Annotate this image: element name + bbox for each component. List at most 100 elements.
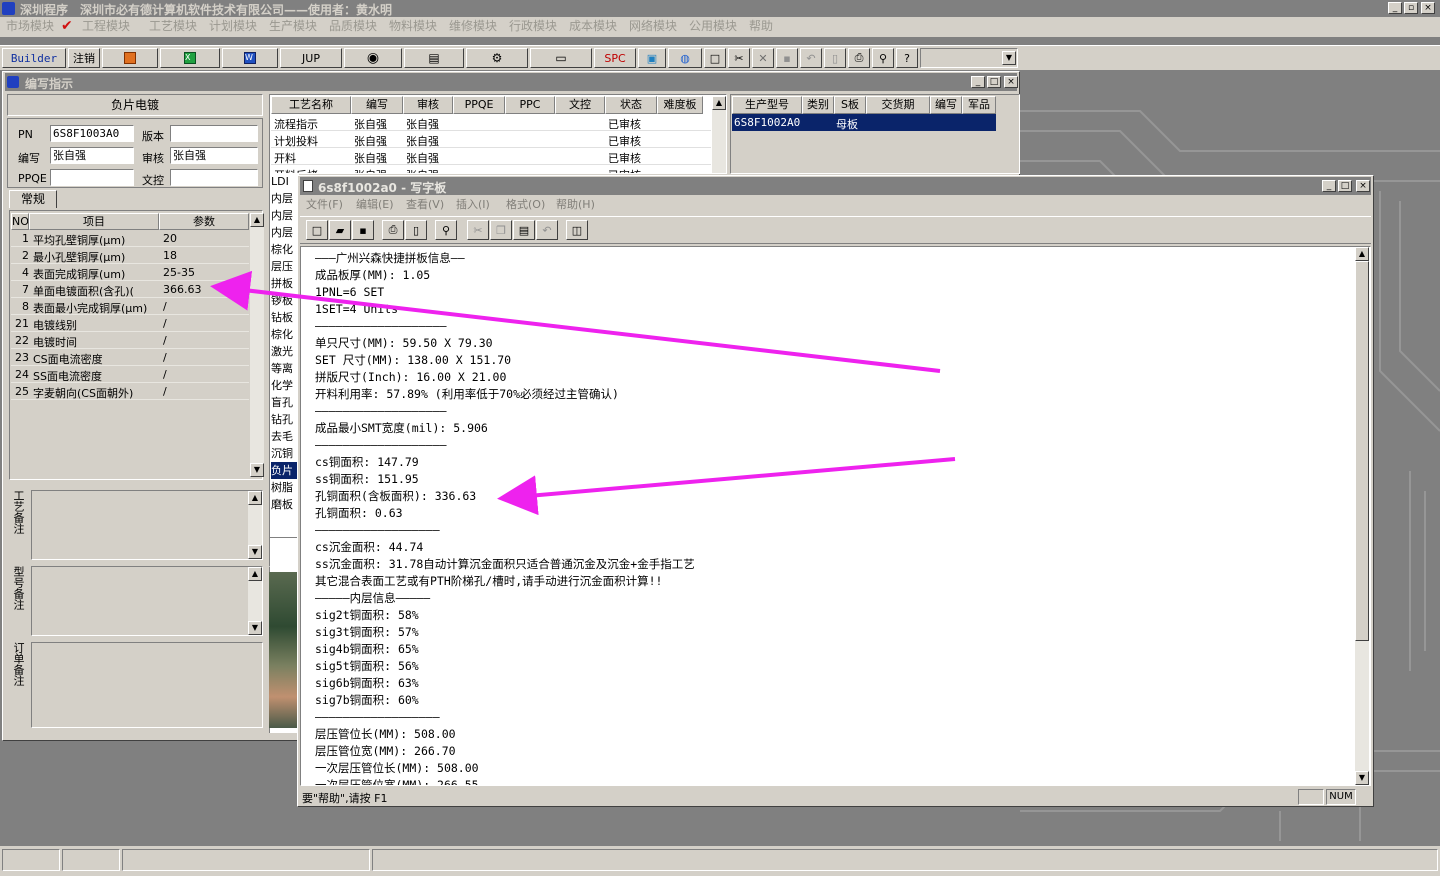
- menu-common[interactable]: 公用模块: [689, 17, 737, 35]
- jup-button[interactable]: JUP: [280, 48, 342, 68]
- save-icon[interactable]: ▪: [352, 220, 374, 240]
- menu-edit[interactable]: 编辑(E): [356, 196, 394, 214]
- logout-button[interactable]: 注销: [68, 48, 100, 68]
- restore-button[interactable]: ▫: [1404, 2, 1418, 14]
- word-icon[interactable]: W: [222, 48, 278, 68]
- menu-quality[interactable]: 品质模块: [329, 17, 377, 35]
- process-list-item[interactable]: 内层: [271, 224, 299, 241]
- paste-icon[interactable]: ▤: [513, 220, 535, 240]
- param-row[interactable]: 2 最小孔壁铜厚(μm) 18: [11, 247, 249, 264]
- builder-button[interactable]: Builder: [2, 48, 66, 68]
- process-list-item[interactable]: 去毛: [271, 428, 299, 445]
- document-area[interactable]: ———广州兴森快捷拼板信息—— 成品板厚(MM): 1.05 1PNL=6 SET 1…: [300, 246, 1371, 786]
- help-icon[interactable]: ?: [896, 48, 918, 68]
- version-field[interactable]: [170, 125, 258, 142]
- find-icon[interactable]: ⚲: [872, 48, 894, 68]
- open-icon[interactable]: ▰: [329, 220, 351, 240]
- maximize-button[interactable]: □: [1338, 180, 1352, 192]
- menu-maintenance[interactable]: 维修模块: [449, 17, 497, 35]
- param-row[interactable]: 23 CS面电流密度 /: [11, 349, 249, 366]
- cut-icon[interactable]: ✂: [467, 220, 489, 240]
- scroll-down-icon[interactable]: ▼: [250, 463, 264, 477]
- process-list-item[interactable]: 激光: [271, 343, 299, 360]
- ppqe-field[interactable]: [50, 169, 134, 186]
- spc-button[interactable]: SPC: [594, 48, 636, 68]
- calendar-icon[interactable]: ▣: [638, 48, 666, 68]
- menu-help[interactable]: 帮助: [749, 17, 773, 35]
- database-icon[interactable]: ▤: [404, 48, 464, 68]
- menu-engineering[interactable]: 工程模块: [82, 17, 130, 35]
- scroll-up-icon[interactable]: ▲: [250, 213, 264, 227]
- close-button[interactable]: ×: [1356, 180, 1370, 192]
- menu-plan[interactable]: 计划模块: [209, 17, 257, 35]
- new-doc-icon[interactable]: □: [704, 48, 726, 68]
- docctrl-field[interactable]: [170, 169, 258, 186]
- process-list-item[interactable]: 负片: [271, 462, 299, 479]
- menu-network[interactable]: 网络模块: [629, 17, 677, 35]
- menu-help[interactable]: 帮助(H): [556, 196, 595, 214]
- scroll-up-icon[interactable]: ▲: [248, 491, 262, 505]
- new-icon[interactable]: □: [306, 220, 328, 240]
- process-list-item[interactable]: 钻孔: [271, 411, 299, 428]
- process-list-item[interactable]: 内层: [271, 190, 299, 207]
- menu-insert[interactable]: 插入(I): [456, 196, 490, 214]
- order-note-field[interactable]: [31, 642, 263, 728]
- process-list-item[interactable]: 等离: [271, 360, 299, 377]
- param-row[interactable]: 8 表面最小完成铜厚(μm) /: [11, 298, 249, 315]
- param-row[interactable]: 1 平均孔壁铜厚(μm) 20: [11, 230, 249, 247]
- powerpoint-icon[interactable]: [102, 48, 158, 68]
- model-note-field[interactable]: ▲ ▼: [31, 566, 263, 636]
- reviewer-field[interactable]: 张自强: [170, 147, 258, 164]
- process-list-item[interactable]: 锣板: [271, 292, 299, 309]
- browser-icon[interactable]: ◍: [668, 48, 702, 68]
- process-list-item[interactable]: 沉铜: [271, 445, 299, 462]
- document-scrollbar[interactable]: ▲ ▼: [1355, 247, 1369, 785]
- close-button[interactable]: ×: [1004, 76, 1018, 88]
- excel-icon[interactable]: X: [160, 48, 220, 68]
- process-list-item[interactable]: 层压: [271, 258, 299, 275]
- product-row[interactable]: 6S8F1002A0 母板: [732, 114, 996, 131]
- print-preview-icon[interactable]: ▯: [405, 220, 427, 240]
- copy-icon[interactable]: ❐: [490, 220, 512, 240]
- close-button[interactable]: ×: [1421, 2, 1435, 14]
- param-row[interactable]: 22 电镀时间 /: [11, 332, 249, 349]
- eye-icon[interactable]: ◉: [344, 48, 402, 68]
- toolbar-combo[interactable]: ▼: [920, 48, 1018, 68]
- param-row[interactable]: 24 SS面电流密度 /: [11, 366, 249, 383]
- maximize-button[interactable]: □: [987, 76, 1001, 88]
- scroll-up-icon[interactable]: ▲: [248, 567, 262, 581]
- process-list-item[interactable]: 树脂: [271, 479, 299, 496]
- process-row[interactable]: 开料后烤张自强张自强已审核: [271, 165, 711, 173]
- preview-icon[interactable]: ▯: [824, 48, 846, 68]
- menu-material[interactable]: 物料模块: [389, 17, 437, 35]
- process-list-item[interactable]: 钻板: [271, 309, 299, 326]
- undo-icon[interactable]: ↶: [800, 48, 822, 68]
- scroll-down-icon[interactable]: ▼: [248, 545, 262, 559]
- menu-format[interactable]: 格式(O): [506, 196, 545, 214]
- menu-admin[interactable]: 行政模块: [509, 17, 557, 35]
- process-list-item[interactable]: 拼板: [271, 275, 299, 292]
- process-row[interactable]: 流程指示 张自强 张自强 已审核: [271, 114, 711, 131]
- process-list-item[interactable]: 内层: [271, 207, 299, 224]
- tab-general[interactable]: 常规: [9, 190, 57, 208]
- param-row[interactable]: 7 单面电镀面积(含孔)(366.63: [11, 281, 249, 298]
- process-row[interactable]: 开料 张自强 张自强 已审核: [271, 148, 711, 165]
- scroll-up-icon[interactable]: ▲: [712, 96, 726, 110]
- process-list-item[interactable]: 化学: [271, 377, 299, 394]
- scroll-thumb[interactable]: [1355, 261, 1369, 641]
- scroll-up-icon[interactable]: ▲: [1355, 247, 1369, 261]
- minimize-button[interactable]: _: [1388, 2, 1402, 14]
- params-scrollbar[interactable]: ▲ ▼: [250, 213, 264, 477]
- process-list-item[interactable]: 磨板: [271, 496, 299, 513]
- insert-object-icon[interactable]: ◫: [566, 220, 588, 240]
- menu-view[interactable]: 查看(V): [406, 196, 444, 214]
- find-icon[interactable]: ⚲: [435, 220, 457, 240]
- param-row[interactable]: 4 表面完成铜厚(um) 25-35: [11, 264, 249, 281]
- undo-icon[interactable]: ↶: [536, 220, 558, 240]
- menu-file[interactable]: 文件(F): [306, 196, 343, 214]
- delete-icon[interactable]: ✕: [752, 48, 774, 68]
- process-list-item[interactable]: 棕化: [271, 326, 299, 343]
- pn-field[interactable]: 6S8F1003A0: [50, 125, 134, 142]
- minimize-button[interactable]: _: [1322, 180, 1336, 192]
- process-list-item[interactable]: 棕化: [271, 241, 299, 258]
